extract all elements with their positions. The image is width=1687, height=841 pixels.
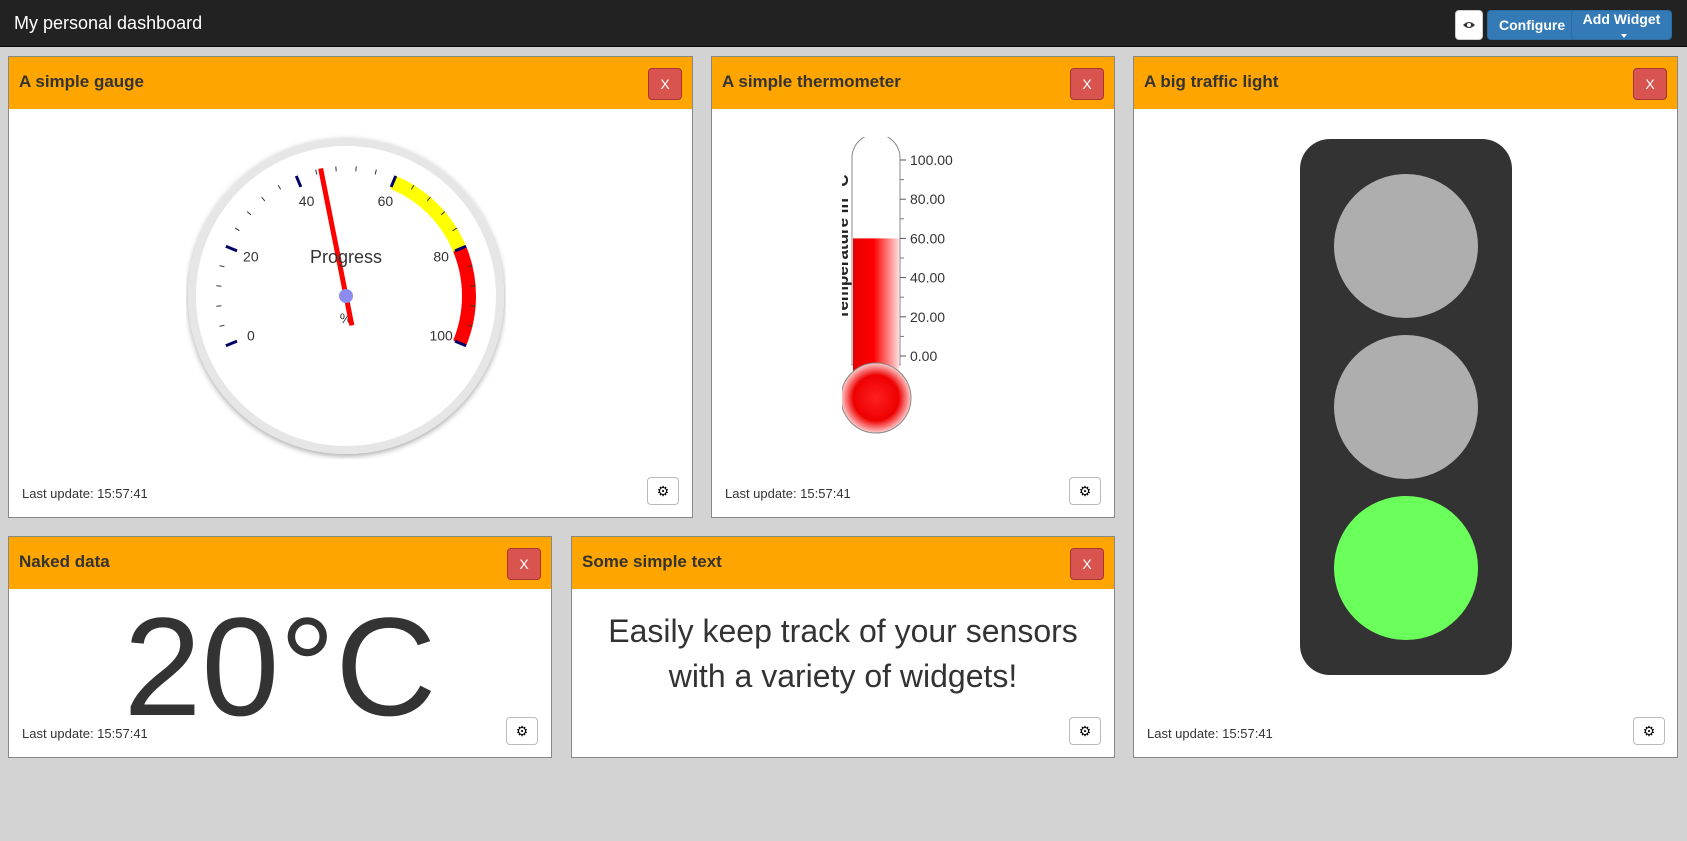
gear-icon: ⚙ xyxy=(1078,722,1092,739)
gauge-label: Progress xyxy=(310,247,382,267)
gear-icon: ⚙ xyxy=(1642,722,1656,739)
thermometer-bulb xyxy=(842,362,912,434)
close-button[interactable]: X xyxy=(648,68,682,100)
close-button[interactable]: X xyxy=(1070,68,1104,100)
widget-header: Some simple text X xyxy=(572,537,1114,589)
gear-icon: ⚙ xyxy=(515,722,529,739)
thermometer-tick-label: 20.00 xyxy=(910,309,945,325)
traffic-light-green xyxy=(1334,496,1478,640)
gauge-tick-label: 100 xyxy=(429,327,453,343)
settings-button[interactable]: ⚙ xyxy=(506,717,538,745)
navbar: My personal dashboard Configure Add Widg… xyxy=(0,0,1687,47)
naked-data-value: 20°C xyxy=(123,588,437,745)
caret-down-icon xyxy=(1620,34,1627,39)
add-widget-label: Add Widget xyxy=(1582,11,1661,27)
eye-icon xyxy=(1463,22,1475,28)
last-update: Last update: 15:57:41 xyxy=(725,486,851,501)
settings-button[interactable]: ⚙ xyxy=(1633,717,1665,745)
widget-title: A simple gauge xyxy=(19,72,145,91)
naked-data-widget: Naked data X 20°C Last update: 15:57:41 … xyxy=(8,536,552,758)
gauge: 02040 6080100 % Progress xyxy=(188,138,504,454)
gear-icon: ⚙ xyxy=(656,482,670,499)
thermometer-tick-label: 40.00 xyxy=(910,270,945,286)
configure-button[interactable]: Configure xyxy=(1487,10,1578,40)
simple-text-widget: Some simple text X Easily keep track of … xyxy=(571,536,1115,758)
gear-icon: ⚙ xyxy=(1078,482,1092,499)
thermometer-tick-label: 0.00 xyxy=(910,348,937,364)
settings-button[interactable]: ⚙ xyxy=(647,477,679,505)
gauge-tick-label: 60 xyxy=(378,193,394,209)
thermometer-tick-label: 80.00 xyxy=(910,191,945,207)
settings-button[interactable]: ⚙ xyxy=(1069,717,1101,745)
last-update: Last update: 15:57:41 xyxy=(1147,726,1273,741)
add-widget-button[interactable]: Add Widget xyxy=(1571,10,1672,40)
traffic-light xyxy=(1300,139,1512,675)
traffic-light-red xyxy=(1334,174,1478,318)
gauge-pivot xyxy=(339,289,353,303)
widget-header: A big traffic light X xyxy=(1134,57,1677,109)
thermometer-mercury xyxy=(853,238,899,377)
last-update: Last update: 15:57:41 xyxy=(22,486,148,501)
widget-title: Some simple text xyxy=(582,552,722,571)
widget-header: Naked data X xyxy=(9,537,551,589)
widget-title: Naked data xyxy=(19,552,110,571)
widget-title: A big traffic light xyxy=(1144,72,1279,91)
gauge-tick-label: 40 xyxy=(299,193,315,209)
toggle-view-button[interactable] xyxy=(1455,10,1483,40)
widget-header: A simple gauge X xyxy=(9,57,692,109)
gauge-tick-label: 80 xyxy=(433,249,449,265)
last-update: Last update: 15:57:41 xyxy=(22,726,148,741)
gauge-tick-label: 0 xyxy=(247,327,255,343)
widget-title: A simple thermometer xyxy=(722,72,901,91)
close-button[interactable]: X xyxy=(1070,548,1104,580)
simple-text-content: Easily keep track of your sensors with a… xyxy=(608,613,1078,694)
settings-button[interactable]: ⚙ xyxy=(1069,477,1101,505)
thermometer-tick-label: 100.00 xyxy=(910,152,953,168)
thermometer-tick-label: 60.00 xyxy=(910,230,945,246)
close-button[interactable]: X xyxy=(507,548,541,580)
thermometer-axis-label: Temperature in °C xyxy=(842,174,852,319)
gauge-tick-label: 20 xyxy=(243,249,259,265)
close-button[interactable]: X xyxy=(1633,68,1667,100)
gauge-widget: A simple gauge X 0 20 40 60 80 100 % Progress… xyxy=(8,56,693,518)
dashboard-title: My personal dashboard xyxy=(14,13,203,33)
widget-header: A simple thermometer X xyxy=(712,57,1114,109)
thermometer-widget: A simple thermometer X 100.00 80.00 60.00 4… xyxy=(711,56,1115,518)
thermometer: 100.00 80.00 60.00 40.00 20.00 0.00 Temperatu… xyxy=(842,137,953,434)
traffic-light-yellow xyxy=(1334,335,1478,479)
traffic-light-widget: A big traffic light X Last update: 15:57… xyxy=(1133,56,1678,758)
